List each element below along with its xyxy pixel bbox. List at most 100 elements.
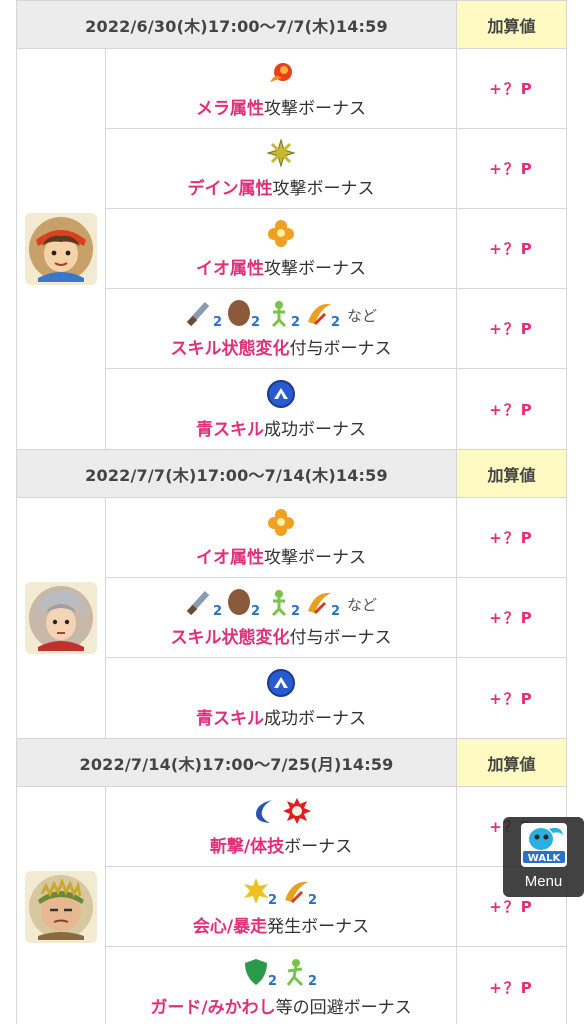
svg-text:2: 2 (331, 315, 340, 328)
bonus-points: +？P (489, 80, 534, 98)
bonus-points: +？P (489, 160, 534, 178)
bonus-name: ガード/みかわし (150, 997, 276, 1018)
bonus-points: +？P (489, 400, 534, 419)
blue-skill-icon (266, 668, 296, 702)
bonus-name: スキル状態変化 (170, 339, 290, 359)
bonus-row: 青スキル成功ボーナス +？P (106, 658, 566, 738)
menu-label: Menu (524, 873, 563, 890)
attack-up-icon: 2 (185, 587, 223, 621)
bonus-name: 会心/暴走 (192, 917, 268, 937)
bonus-suffix: ボーナス (284, 837, 353, 857)
period-body: メラ属性攻撃ボーナス +？P デイン属性攻撃ボーナス +？P イオ属性攻撃ボーナ… (16, 48, 567, 449)
bonus-points: +？P (489, 240, 534, 258)
bonus-row: 2 2 会心/暴走発生ボーナス +？P (106, 867, 566, 947)
svg-text:2: 2 (213, 315, 222, 328)
speed-up-icon: 2 (265, 298, 303, 332)
bonus-name: スキル状態変化 (170, 628, 290, 648)
etc-text: など (346, 306, 377, 325)
svg-text:2: 2 (213, 604, 222, 617)
bonus-table: 2022/6/30(木)17:00〜7/7(木)14:59 加算値 メラ属性攻撃… (16, 0, 567, 1024)
svg-text:2: 2 (291, 315, 300, 328)
period-date: 2022/6/30(木)17:00〜7/7(木)14:59 (17, 1, 457, 48)
bonus-points: +？P (489, 609, 534, 627)
period-header: 2022/7/14(木)17:00〜7/25(月)14:59 加算値 (16, 738, 567, 786)
add-value-header: 加算値 (457, 1, 566, 48)
bonus-row: 青スキル成功ボーナス +？P (106, 369, 566, 449)
defense-up-icon: 2 (225, 587, 263, 621)
period-body: 斬撃/体技ボーナス +？P 2 2 会心/暴走発生ボーナス +？P (16, 786, 567, 1024)
bonus-suffix: 発生ボーナス (267, 917, 370, 937)
bonus-suffix: 攻撃ボーナス (264, 548, 366, 568)
add-value-header: 加算値 (457, 450, 566, 497)
menu-button[interactable]: WALK Menu (503, 817, 584, 897)
period-section-1: 2022/6/30(木)17:00〜7/7(木)14:59 加算値 メラ属性攻撃… (16, 0, 567, 449)
bonus-name: イオ属性 (196, 548, 264, 568)
avatar-cell (17, 787, 106, 1024)
blue-skill-icon (266, 379, 296, 413)
bonus-row: イオ属性攻撃ボーナス +？P (106, 209, 566, 289)
etc-text: など (346, 595, 377, 614)
bonus-name: イオ属性 (196, 259, 264, 279)
bonus-points: +？P (489, 320, 534, 338)
attack-up-icon: 2 (185, 298, 223, 332)
guard-up-icon: 2 (242, 957, 280, 991)
add-value-header: 加算値 (457, 739, 566, 786)
explosion-icon (266, 218, 296, 252)
bonus-name: メラ属性 (196, 99, 264, 119)
bonus-name: 青スキル (196, 708, 264, 729)
bonus-name: デイン属性 (187, 179, 273, 199)
avatar-cell (17, 498, 106, 738)
period-body: イオ属性攻撃ボーナス +？P 2 2 2 2 など スキル状態変化付与ボーナス (16, 497, 567, 738)
bonus-row: 2 2 ガード/みかわし等の回避ボーナス +？P (106, 947, 566, 1024)
berserk-up-icon: 2 (282, 876, 320, 910)
period-header: 2022/6/30(木)17:00〜7/7(木)14:59 加算値 (16, 0, 567, 48)
lightning-icon (266, 138, 296, 172)
bonus-points: +？P (489, 529, 534, 547)
speed-up-icon: 2 (265, 587, 303, 621)
slash-icon (250, 796, 280, 830)
bonus-suffix: 等の回避ボーナス (275, 997, 412, 1018)
bonus-points: +？P (489, 978, 534, 997)
period-date: 2022/7/14(木)17:00〜7/25(月)14:59 (17, 739, 457, 786)
bonus-points: +？P (489, 689, 534, 708)
critical-up-icon: 2 (305, 298, 343, 332)
bonus-suffix: 攻撃ボーナス (272, 179, 375, 199)
bonus-row: 2 2 2 2 など スキル状態変化付与ボーナス +？P (106, 289, 566, 369)
period-date: 2022/7/7(木)17:00〜7/14(木)14:59 (17, 450, 457, 497)
defense-up-icon: 2 (225, 298, 263, 332)
critical-up-icon: 2 (305, 587, 343, 621)
evasion-up-icon: 2 (282, 957, 320, 991)
bonus-suffix: 攻撃ボーナス (264, 99, 366, 119)
critical-up-icon: 2 (242, 876, 280, 910)
fire-icon (266, 58, 296, 92)
svg-text:2: 2 (251, 604, 260, 617)
bonus-suffix: 成功ボーナス (264, 419, 366, 440)
svg-text:2: 2 (308, 974, 317, 987)
hero-avatar (25, 213, 97, 285)
martial-icon (282, 796, 312, 830)
avatar-cell (17, 49, 106, 449)
bonus-suffix: 攻撃ボーナス (264, 259, 366, 279)
bonus-row: 2 2 2 2 など スキル状態変化付与ボーナス +？P (106, 578, 566, 658)
bonus-suffix: 付与ボーナス (289, 628, 392, 648)
bonus-row: デイン属性攻撃ボーナス +？P (106, 129, 566, 209)
period-section-3: 2022/7/14(木)17:00〜7/25(月)14:59 加算値 斬撃/体技… (16, 738, 567, 1024)
explosion-icon (266, 507, 296, 541)
bonus-row: 斬撃/体技ボーナス +？P (106, 787, 566, 867)
bonus-suffix: 付与ボーナス (289, 339, 392, 359)
bonus-name: 青スキル (196, 419, 264, 440)
svg-text:2: 2 (251, 315, 260, 328)
walk-logo-icon: WALK (519, 821, 569, 869)
svg-text:2: 2 (291, 604, 300, 617)
bonus-suffix: 成功ボーナス (264, 708, 366, 729)
bonus-row: イオ属性攻撃ボーナス +？P (106, 498, 566, 578)
bonus-name: 斬撃/体技 (209, 837, 285, 857)
svg-text:2: 2 (268, 893, 277, 906)
bandana-avatar (25, 871, 97, 943)
svg-text:2: 2 (268, 974, 277, 987)
period-section-2: 2022/7/7(木)17:00〜7/14(木)14:59 加算値 イオ属性攻撃… (16, 449, 567, 738)
period-header: 2022/7/7(木)17:00〜7/14(木)14:59 加算値 (16, 449, 567, 497)
bonus-row: メラ属性攻撃ボーナス +？P (106, 49, 566, 129)
silver-hair-avatar (25, 582, 97, 654)
svg-text:2: 2 (308, 893, 317, 906)
